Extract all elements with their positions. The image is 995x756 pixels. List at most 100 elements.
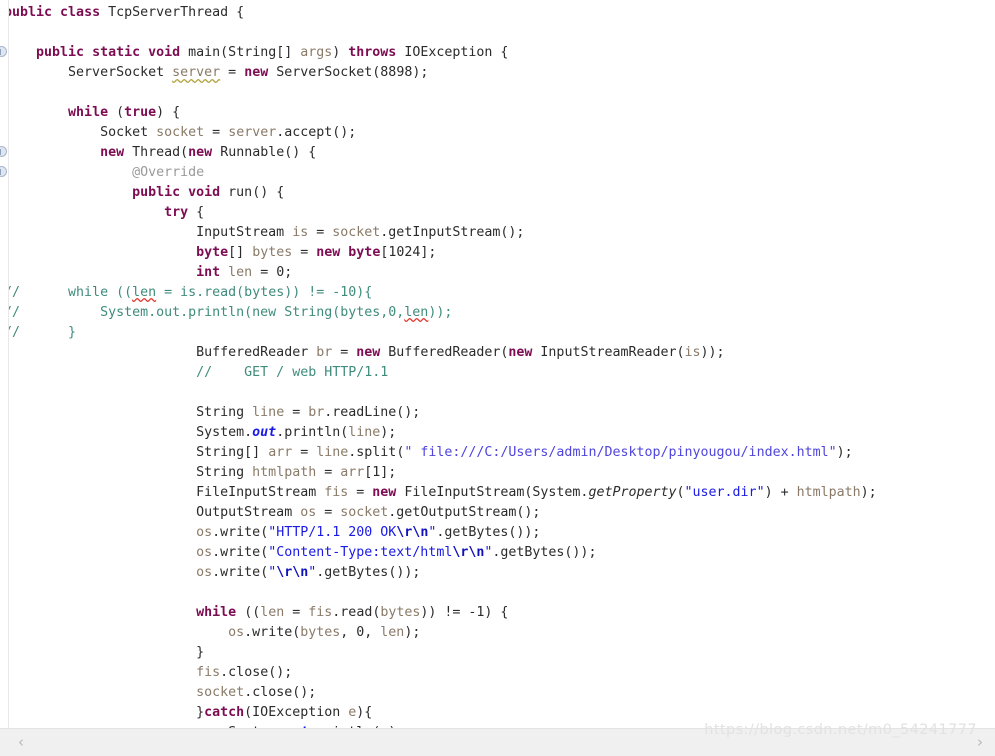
code-line[interactable]: // } xyxy=(0,323,877,343)
code-token: line xyxy=(316,445,349,460)
code-token: .readLine(); xyxy=(324,405,421,420)
code-token: " file:///C:/Users/admin/Desktop/pinyoug… xyxy=(404,445,837,460)
code-token: static xyxy=(92,45,149,60)
code-token: BufferedReader xyxy=(4,345,317,360)
code-token: { xyxy=(196,205,205,220)
code-line[interactable]: fis.close(); xyxy=(0,663,877,683)
code-line[interactable]: os.write(bytes, 0, len); xyxy=(0,623,877,643)
code-line[interactable]: byte[] bytes = new byte[1024]; xyxy=(0,243,877,263)
code-line[interactable] xyxy=(0,83,877,103)
code-token: = xyxy=(204,125,229,140)
code-line[interactable]: int len = 0; xyxy=(0,263,877,283)
code-token: os xyxy=(300,505,317,520)
code-token: bytes xyxy=(300,625,341,640)
code-token: \r\n xyxy=(396,525,429,540)
code-line[interactable]: } xyxy=(0,643,877,663)
code-line[interactable]: }catch(IOException e){ xyxy=(0,703,877,723)
code-editor-window: public class TcpServerThread { public st… xyxy=(0,0,995,756)
code-line[interactable]: FileInputStream fis = new FileInputStrea… xyxy=(0,483,877,503)
run-gutter-icon[interactable] xyxy=(0,46,7,57)
code-line[interactable]: // GET / web HTTP/1.1 xyxy=(0,363,877,383)
code-token: br xyxy=(316,345,333,360)
code-line[interactable]: Socket socket = server.accept(); xyxy=(0,123,877,143)
code-token: = xyxy=(316,505,341,520)
code-token: [1024]; xyxy=(380,245,437,260)
code-token: @Override xyxy=(4,165,205,180)
code-line[interactable]: new Thread(new Runnable() { xyxy=(0,143,877,163)
code-token: len xyxy=(380,625,405,640)
code-line[interactable]: BufferedReader br = new BufferedReader(n… xyxy=(0,343,877,363)
code-token: arr xyxy=(268,445,293,460)
code-token: \r\n xyxy=(276,565,309,580)
code-token: = xyxy=(316,465,341,480)
code-line[interactable]: socket.close(); xyxy=(0,683,877,703)
code-line[interactable]: @Override xyxy=(0,163,877,183)
code-token: BufferedReader( xyxy=(388,345,509,360)
code-line[interactable] xyxy=(0,383,877,403)
code-token: [] xyxy=(228,245,253,260)
code-token: while xyxy=(68,105,117,120)
code-line[interactable]: os.write("HTTP/1.1 200 OK\r\n".getBytes(… xyxy=(0,523,877,543)
code-token: ); xyxy=(380,425,397,440)
code-token: (IOException xyxy=(244,705,349,720)
code-token: args xyxy=(300,45,333,60)
code-token: ) + xyxy=(764,485,797,500)
code-token: // System.out.println(new String(bytes,0… xyxy=(4,305,405,320)
code-line[interactable]: while ((len = fis.read(bytes)) != -1) { xyxy=(0,603,877,623)
code-line[interactable]: // System.out.println(new String(bytes,0… xyxy=(0,303,877,323)
code-line[interactable]: OutputStream os = socket.getOutputStream… xyxy=(0,503,877,523)
code-line[interactable]: public static void main(String[] args) t… xyxy=(0,43,877,63)
code-line[interactable]: InputStream is = socket.getInputStream()… xyxy=(0,223,877,243)
code-token: is xyxy=(684,345,701,360)
code-token: "HTTP/1.1 200 OK xyxy=(268,525,397,540)
implementation-gutter-icon[interactable] xyxy=(0,146,7,157)
code-scroll-area[interactable]: public class TcpServerThread { public st… xyxy=(0,0,995,729)
code-line[interactable]: public class TcpServerThread { xyxy=(0,3,877,23)
code-token: .getOutputStream(); xyxy=(388,505,541,520)
code-token: ) xyxy=(332,45,349,60)
code-token: len xyxy=(260,605,285,620)
code-token: .write( xyxy=(212,545,269,560)
code-token: ( xyxy=(676,485,685,500)
code-line[interactable]: public void run() { xyxy=(0,183,877,203)
code-line[interactable]: os.write("Content-Type:text/html\r\n".ge… xyxy=(0,543,877,563)
code-token: os xyxy=(196,565,213,580)
code-token: true xyxy=(124,105,157,120)
code-line[interactable]: System.out.println(line); xyxy=(0,423,877,443)
code-token: .accept(); xyxy=(276,125,357,140)
code-token: int xyxy=(196,265,229,280)
code-token: Socket xyxy=(4,125,157,140)
code-token: .read( xyxy=(332,605,381,620)
code-token: .println( xyxy=(276,425,349,440)
code-token: server xyxy=(228,125,277,140)
code-line[interactable]: while (true) { xyxy=(0,103,877,123)
csdn-watermark: https://blog.csdn.net/m0_54241777 xyxy=(704,722,977,738)
code-token: // } xyxy=(4,325,77,340)
code-token: = xyxy=(284,405,309,420)
code-token: public xyxy=(132,185,189,200)
code-content[interactable]: public class TcpServerThread { public st… xyxy=(0,3,877,729)
editor-gutter[interactable] xyxy=(0,0,9,729)
code-line[interactable]: String[] arr = line.split(" file:///C:/U… xyxy=(0,443,877,463)
code-line[interactable] xyxy=(0,583,877,603)
code-token: class xyxy=(60,5,109,20)
code-line[interactable]: String htmlpath = arr[1]; xyxy=(0,463,877,483)
code-line[interactable] xyxy=(0,23,877,43)
code-token: .write( xyxy=(244,625,301,640)
code-line[interactable]: try { xyxy=(0,203,877,223)
code-line[interactable]: ServerSocket server = new ServerSocket(8… xyxy=(0,63,877,83)
implementation-gutter-icon[interactable] xyxy=(0,166,7,177)
code-token: fis xyxy=(196,665,221,680)
code-token: new xyxy=(100,145,133,160)
code-token: \r\n xyxy=(452,545,485,560)
code-line[interactable]: // while ((len = is.read(bytes)) != -10)… xyxy=(0,283,877,303)
scroll-left-arrow-icon[interactable]: ‹ xyxy=(8,729,34,756)
code-line[interactable]: os.write("\r\n".getBytes()); xyxy=(0,563,877,583)
code-token: = is.read(bytes)) != -10){ xyxy=(156,285,373,300)
code-line[interactable]: String line = br.readLine(); xyxy=(0,403,877,423)
